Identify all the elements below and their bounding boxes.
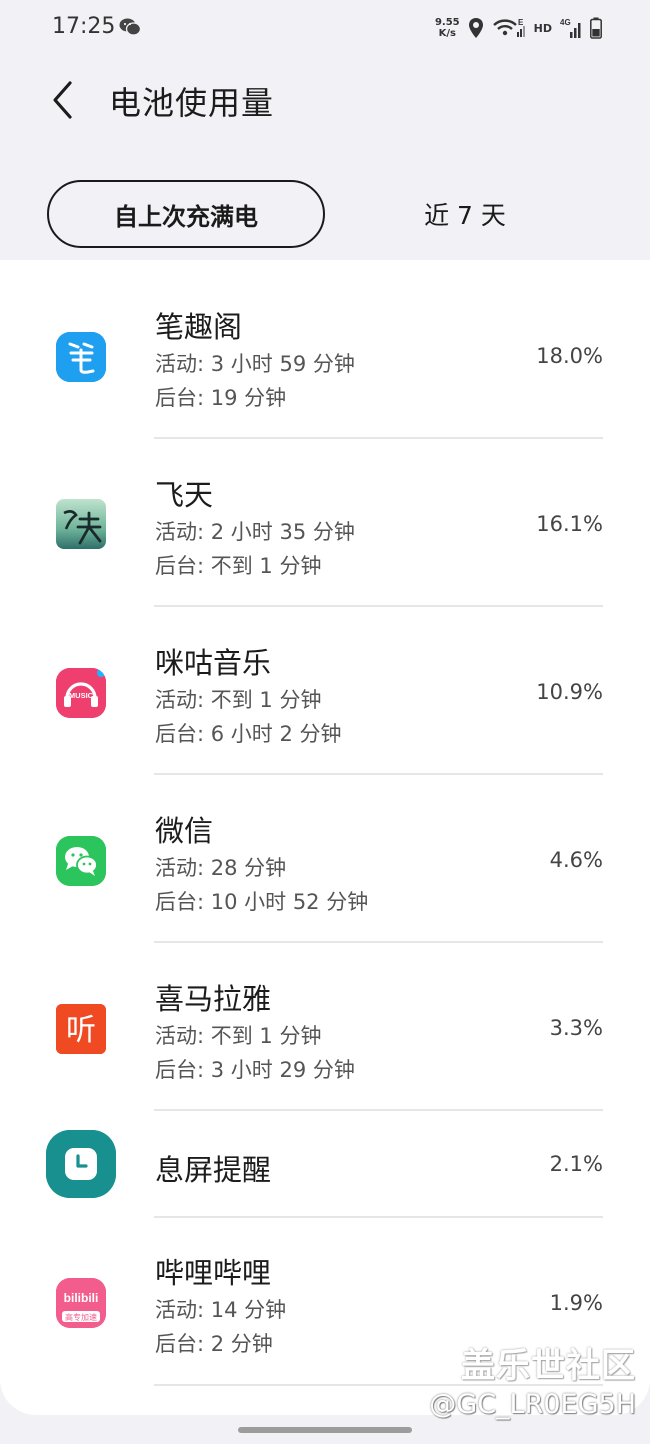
tab-last-7-days[interactable]: 近 7 天 [370, 180, 560, 248]
svg-text:E: E [518, 18, 524, 27]
net-speed-unit: K/s [438, 28, 456, 39]
wechat-app-icon [56, 836, 106, 886]
list-item-feitian[interactable]: 飞天 活动: 2 小时 35 分钟 后台: 不到 1 分钟 16.1% [0, 438, 650, 606]
app-name: 哔哩哔哩 [155, 1256, 272, 1290]
back-button[interactable] [40, 76, 84, 124]
list-item-biquge[interactable]: 笔趣阁 活动: 3 小时 59 分钟 后台: 19 分钟 18.0% [0, 260, 650, 438]
app-active-time: 活动: 不到 1 分钟 [155, 688, 322, 712]
app-percent: 1.9% [549, 1291, 603, 1315]
location-icon [468, 18, 483, 38]
app-name: 咪咕音乐 [155, 646, 272, 680]
feitian-icon [56, 499, 106, 549]
net-speed-value: 9.55 [434, 17, 460, 28]
app-percent: 18.0% [536, 344, 603, 368]
biquge-icon [56, 332, 106, 382]
app-name: 微信 [155, 814, 214, 848]
app-background-time: 后台: 10 小时 52 分钟 [155, 890, 369, 914]
app-usage-list: 笔趣阁 活动: 3 小时 59 分钟 后台: 19 分钟 18.0% 飞天 活动… [0, 260, 650, 1415]
app-background-time: 后台: 19 分钟 [155, 386, 287, 410]
ximalaya-icon-text: 听 [66, 1013, 96, 1048]
watermark-community: 盖乐世社区 [461, 1346, 636, 1386]
app-percent: 10.9% [536, 680, 603, 704]
net-speed: 9.55 K/s [435, 17, 460, 39]
app-percent: 16.1% [536, 512, 603, 536]
app-active-time: 活动: 不到 1 分钟 [155, 1024, 322, 1048]
migu-icon-text: MUSIC [69, 691, 94, 700]
list-item-wechat[interactable]: 微信 活动: 28 分钟 后台: 10 小时 52 分钟 4.6% [0, 774, 650, 942]
list-item-aod-reminder[interactable]: 息屏提醒 2.1% [0, 1110, 650, 1217]
app-background-time: 后台: 不到 1 分钟 [155, 554, 322, 578]
hd-label: HD [533, 21, 552, 35]
tab-since-last-full-charge[interactable]: 自上次充满电 [47, 180, 325, 248]
wifi-icon: E [492, 18, 525, 37]
app-active-time: 活动: 14 分钟 [155, 1298, 287, 1322]
page-title: 电池使用量 [109, 84, 275, 122]
app-background-time: 后台: 2 分钟 [155, 1332, 273, 1356]
list-item-migu-music[interactable]: MUSIC 咪咕音乐 活动: 不到 1 分钟 后台: 6 小时 2 分钟 10.… [0, 606, 650, 774]
app-active-time: 活动: 2 小时 35 分钟 [155, 520, 355, 544]
status-bar: 17:25 9.55 K/s E HD 4G [0, 0, 650, 56]
migu-music-icon: MUSIC [56, 668, 106, 718]
app-percent: 3.3% [549, 1016, 603, 1040]
list-item-ximalaya[interactable]: 听 喜马拉雅 活动: 不到 1 分钟 后台: 3 小时 29 分钟 3.3% [0, 942, 650, 1110]
app-name: 笔趣阁 [155, 310, 243, 344]
app-background-time: 后台: 3 小时 29 分钟 [155, 1058, 355, 1082]
status-icons: 9.55 K/s E HD 4G [435, 14, 602, 42]
bilibili-icon-text: bilibili [64, 1291, 99, 1305]
app-name: 息屏提醒 [155, 1153, 272, 1187]
app-name: 喜马拉雅 [155, 982, 272, 1016]
battery-icon [590, 17, 602, 39]
status-time: 17:25 [52, 14, 116, 39]
ximalaya-icon: 听 [56, 1004, 106, 1054]
app-active-time: 活动: 28 分钟 [155, 856, 287, 880]
watermark-user-id: @GC_LR0EG5H [429, 1389, 636, 1420]
bilibili-icon-subtext: 高专加速 [65, 1312, 97, 1322]
bilibili-icon: bilibili 高专加速 [56, 1278, 106, 1328]
app-percent: 2.1% [549, 1152, 603, 1176]
signal-icon: 4G [560, 18, 581, 38]
app-background-time: 后台: 6 小时 2 分钟 [155, 722, 342, 746]
app-name: 飞天 [155, 478, 214, 512]
app-active-time: 活动: 3 小时 59 分钟 [155, 352, 355, 376]
svg-text:4G: 4G [560, 18, 571, 27]
app-percent: 4.6% [549, 848, 603, 872]
wechat-icon [119, 18, 141, 36]
chevron-left-icon [53, 81, 72, 119]
home-indicator[interactable] [238, 1427, 412, 1433]
clock-icon [46, 1130, 116, 1198]
